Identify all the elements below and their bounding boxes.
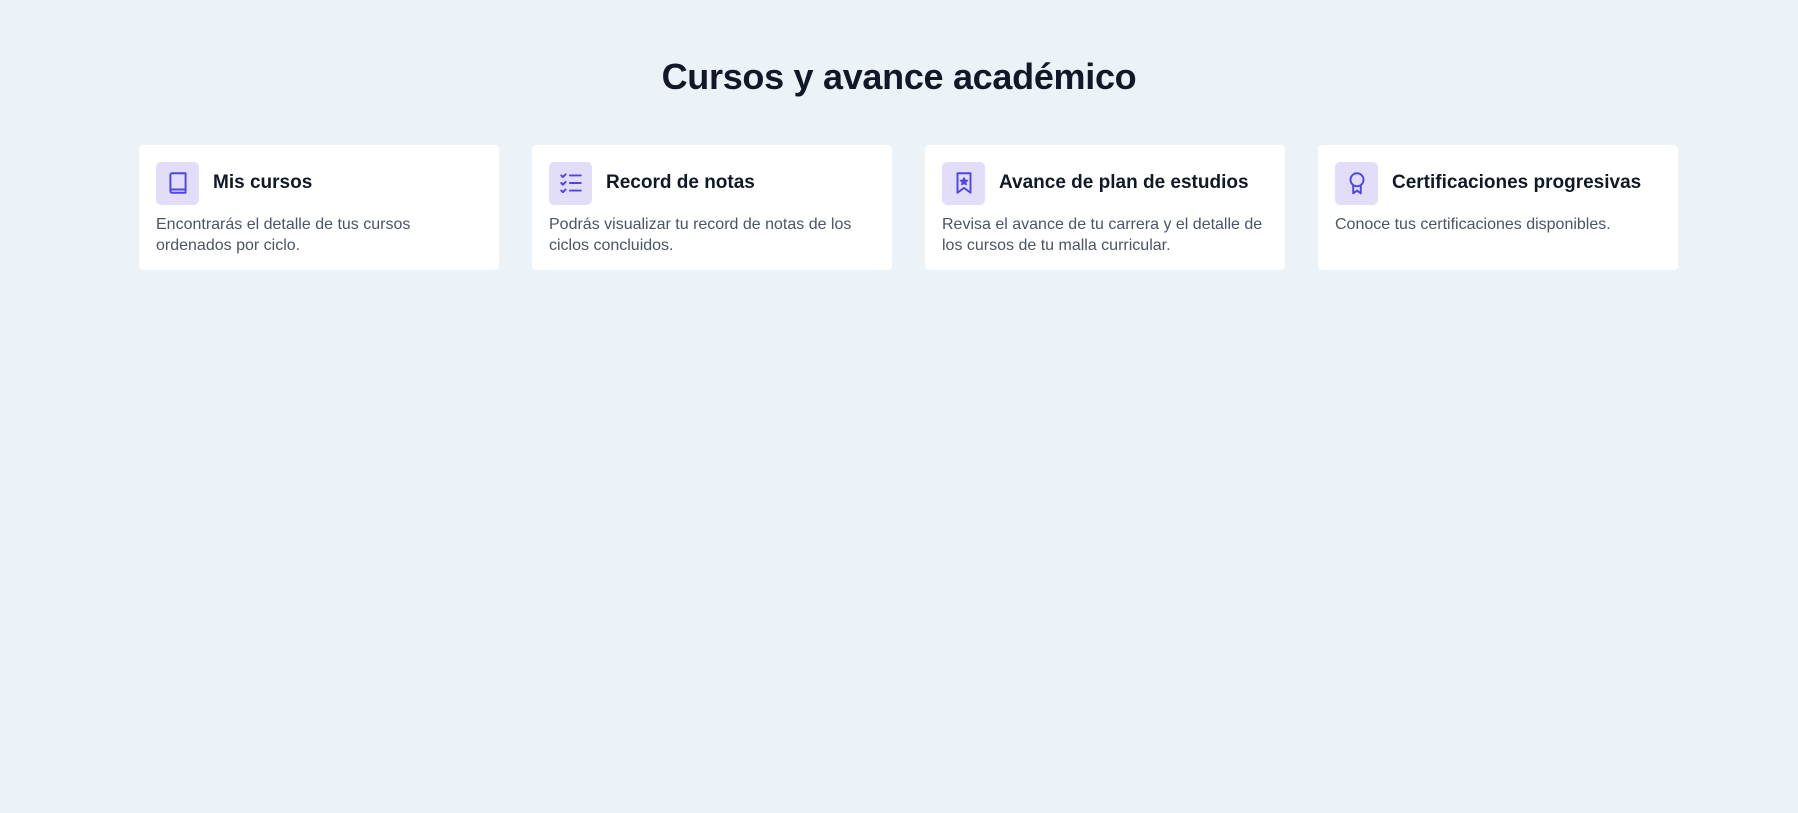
card-description: Conoce tus certificaciones disponibles. <box>1335 216 1611 233</box>
card-mis-cursos[interactable]: Mis cursos Encontrarás el detalle de tus… <box>139 145 499 270</box>
card-description: Revisa el avance de tu carrera y el deta… <box>942 216 1263 254</box>
page-title: Cursos y avance académico <box>661 56 1137 97</box>
card-title: Avance de plan de estudios <box>999 172 1249 193</box>
card-title: Mis cursos <box>213 172 313 193</box>
bookmark-star-icon <box>942 161 985 205</box>
card-title: Record de notas <box>606 172 755 193</box>
card-header: Record de notas <box>549 161 876 205</box>
card-grid: Mis cursos Encontrarás el detalle de tus… <box>139 145 1678 270</box>
card-description: Podrás visualizar tu record de notas de … <box>549 216 852 254</box>
book-icon <box>156 161 199 205</box>
card-certificaciones-progresivas[interactable]: Certificaciones progresivas Conoce tus c… <box>1318 145 1678 270</box>
card-record-de-notas[interactable]: Record de notas Podrás visualizar tu rec… <box>532 145 892 270</box>
card-header: Certificaciones progresivas <box>1335 161 1662 205</box>
award-ribbon-icon <box>1335 161 1378 205</box>
card-avance-plan-estudios[interactable]: Avance de plan de estudios Revisa el ava… <box>925 145 1285 270</box>
card-title: Certificaciones progresivas <box>1392 172 1642 193</box>
card-header: Mis cursos <box>156 161 483 205</box>
card-header: Avance de plan de estudios <box>942 161 1269 205</box>
card-description: Encontrarás el detalle de tus cursos ord… <box>156 216 411 254</box>
checklist-icon <box>549 161 592 205</box>
